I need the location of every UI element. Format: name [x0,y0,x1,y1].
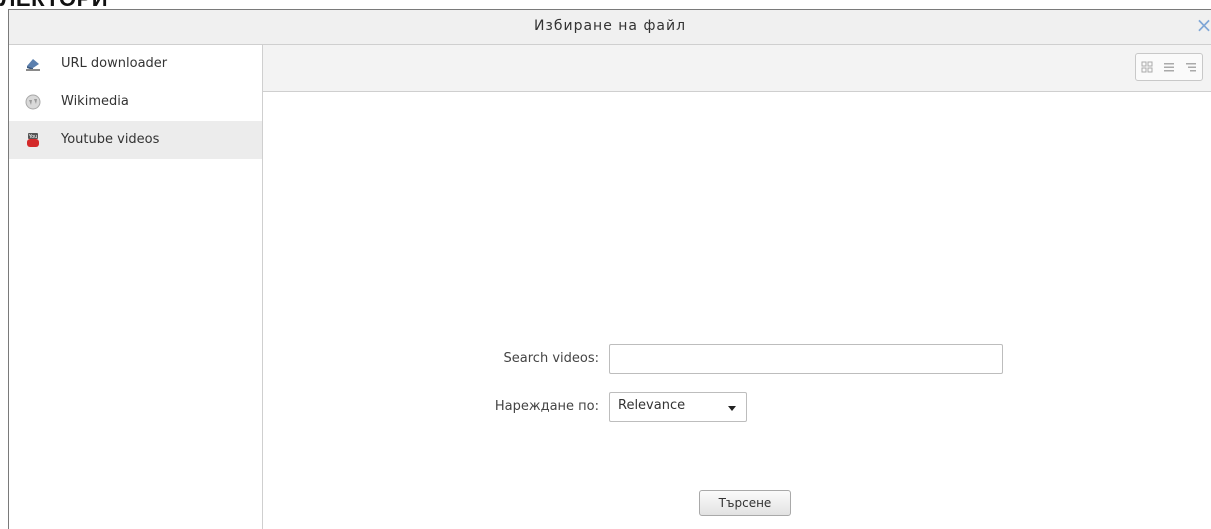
tree-view-icon [1186,63,1196,72]
dialog-titlebar: Избиране на файл × [9,10,1211,45]
chevron-down-icon [728,406,736,411]
sidebar-item-wikimedia[interactable]: Wikimedia [9,83,262,121]
list-view-button[interactable] [1158,54,1180,80]
page-header-cut: ЛЕКТОРИ [0,0,200,9]
view-mode-group [1135,53,1203,81]
dialog-title: Избиране на файл [533,18,687,34]
sort-by-value: Relevance [618,398,686,413]
sort-by-label: Нареждане по: [494,399,599,414]
tree-view-button[interactable] [1180,54,1202,80]
list-view-icon [1164,63,1174,72]
sidebar-item-youtube-videos[interactable]: You Youtube videos [9,121,262,159]
icons-view-button[interactable] [1136,54,1158,80]
sort-by-select[interactable]: Relevance [609,392,747,422]
file-toolbar [263,45,1211,92]
sidebar-item-label: URL downloader [61,56,168,71]
icons-view-icon [1141,61,1153,73]
sidebar-item-url-downloader[interactable]: URL downloader [9,45,262,83]
url-downloader-icon [26,59,40,71]
youtube-search-form: Search videos: Нареждане по: Relevance Т… [263,92,1211,529]
sidebar-item-label: Wikimedia [61,94,129,109]
search-videos-label: Search videos: [503,351,599,366]
close-icon[interactable]: × [1195,15,1211,35]
search-videos-input[interactable] [609,344,1003,374]
search-button[interactable]: Търсене [699,490,791,516]
wikimedia-icon [25,94,41,110]
sidebar-item-label: Youtube videos [61,132,160,147]
page-header-text: ЛЕКТОРИ [0,0,108,9]
file-picker-dialog: Избиране на файл × URL downloader Wikime… [8,9,1211,529]
repository-sidebar: URL downloader Wikimedia You Youtube vid… [9,45,263,529]
youtube-icon: You [27,133,39,147]
